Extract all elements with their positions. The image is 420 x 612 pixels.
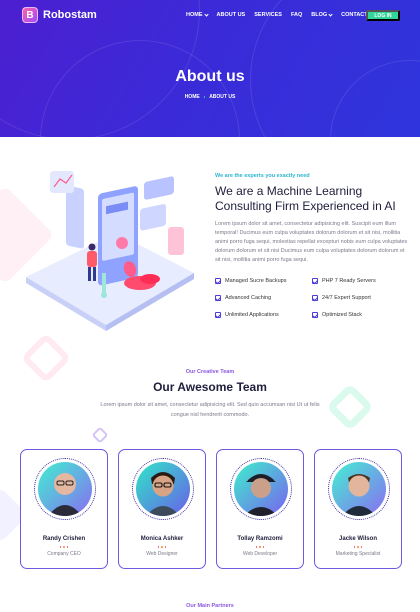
- chevron-down-icon: [328, 11, 333, 17]
- member-name: Tollay Ramzomi: [237, 536, 283, 542]
- hero-banner: B Robostam HOME ABOUT US SERVICES FAQ BL…: [0, 0, 420, 137]
- breadcrumb-home[interactable]: HOME: [185, 94, 200, 100]
- checkbox-icon: [215, 295, 221, 301]
- team-heading: Our Awesome Team: [153, 380, 267, 394]
- decorative-shape: [20, 332, 72, 384]
- checkbox-icon: [312, 278, 318, 284]
- breadcrumb-separator: [203, 96, 206, 98]
- team-card[interactable]: Jacke Wilson Marketing Specialist: [314, 449, 402, 569]
- avatar: [332, 462, 386, 516]
- member-role: Marketing Specialist: [335, 551, 381, 557]
- member-role: Web Designer: [146, 551, 178, 557]
- nav-item-about[interactable]: ABOUT US: [217, 12, 246, 18]
- feature-label: PHP 7 Ready Servers: [322, 278, 376, 284]
- nav-item-home[interactable]: HOME: [186, 11, 209, 18]
- page-title: About us: [175, 68, 245, 85]
- logo-icon: B: [22, 7, 38, 23]
- team-description: Lorem ipsum dolor sit amet, consectetur …: [100, 402, 320, 418]
- checkbox-icon: [215, 278, 221, 284]
- partners-kicker: Our Main Partners: [186, 603, 234, 609]
- avatar-frame: [34, 458, 96, 520]
- team-cards: Randy Crishen Company CEO Monica Ashker …: [20, 449, 402, 569]
- decorative-shape: [91, 426, 109, 444]
- feature-item: Managed Sucre Backups: [215, 278, 312, 284]
- feature-list: Managed Sucre Backups PHP 7 Ready Server…: [215, 278, 410, 318]
- team-card[interactable]: Tollay Ramzomi Web Developer: [216, 449, 304, 569]
- nav-label: SERVICES: [254, 12, 282, 18]
- chevron-down-icon: [203, 11, 209, 17]
- member-role: Company CEO: [47, 551, 81, 557]
- member-name: Jacke Wilson: [339, 536, 377, 542]
- feature-item: Optimized Stack: [312, 312, 409, 318]
- feature-label: Managed Sucre Backups: [225, 278, 287, 284]
- about-tagline: We are the experts you exactly need: [215, 173, 310, 179]
- nav-item-blog[interactable]: BLOG: [311, 11, 333, 18]
- separator-dots: [217, 546, 303, 548]
- checkbox-icon: [215, 312, 221, 318]
- feature-item: PHP 7 Ready Servers: [312, 278, 409, 284]
- team-card[interactable]: Monica Ashker Web Designer: [118, 449, 206, 569]
- feature-label: Unlimited Applications: [225, 312, 279, 318]
- checkbox-icon: [312, 295, 318, 301]
- team-card[interactable]: Randy Crishen Company CEO: [20, 449, 108, 569]
- feature-item: Advanced Caching: [215, 295, 312, 301]
- team-kicker: Our Creative Team: [185, 369, 235, 375]
- member-role: Web Developer: [242, 551, 278, 557]
- nav-label: BLOG: [311, 12, 328, 18]
- nav-label: ABOUT US: [216, 12, 246, 18]
- nav-label: HOME: [186, 12, 203, 18]
- member-name: Randy Crishen: [42, 536, 86, 542]
- main-nav: HOME ABOUT US SERVICES FAQ BLOG CONTACT: [186, 11, 377, 18]
- machine-learning-illustration: [18, 165, 200, 335]
- about-description: Lorem ipsum dolor sit amet, consectetur …: [215, 221, 408, 263]
- login-button[interactable]: LOG IN: [366, 10, 400, 21]
- avatar-frame: [132, 458, 194, 520]
- feature-label: 24/7 Expert Support: [322, 295, 371, 301]
- nav-item-services[interactable]: SERVICES: [254, 12, 282, 18]
- nav-item-faq[interactable]: FAQ: [291, 12, 302, 18]
- separator-dots: [21, 546, 107, 548]
- nav-item-contact[interactable]: CONTACT: [341, 12, 367, 18]
- feature-item: Unlimited Applications: [215, 312, 312, 318]
- checkbox-icon: [312, 312, 318, 318]
- brand-name: Robostam: [43, 9, 97, 21]
- member-name: Monica Ashker: [140, 536, 184, 542]
- nav-label: FAQ: [290, 12, 303, 18]
- feature-item: 24/7 Expert Support: [312, 295, 409, 301]
- avatar: [38, 462, 92, 516]
- separator-dots: [119, 546, 205, 548]
- separator-dots: [315, 546, 401, 548]
- avatar-frame: [230, 458, 292, 520]
- nav-label: CONTACT: [341, 12, 368, 18]
- avatar-frame: [328, 458, 390, 520]
- brand-logo[interactable]: B Robostam: [22, 7, 97, 23]
- breadcrumb-current: ABOUT US: [209, 94, 236, 100]
- about-heading: We are a Machine Learning Consulting Fir…: [215, 184, 396, 213]
- breadcrumb: HOME ABOUT US: [0, 94, 420, 100]
- avatar: [136, 462, 190, 516]
- feature-label: Advanced Caching: [225, 295, 272, 301]
- avatar: [234, 462, 288, 516]
- feature-label: Optimized Stack: [322, 312, 363, 318]
